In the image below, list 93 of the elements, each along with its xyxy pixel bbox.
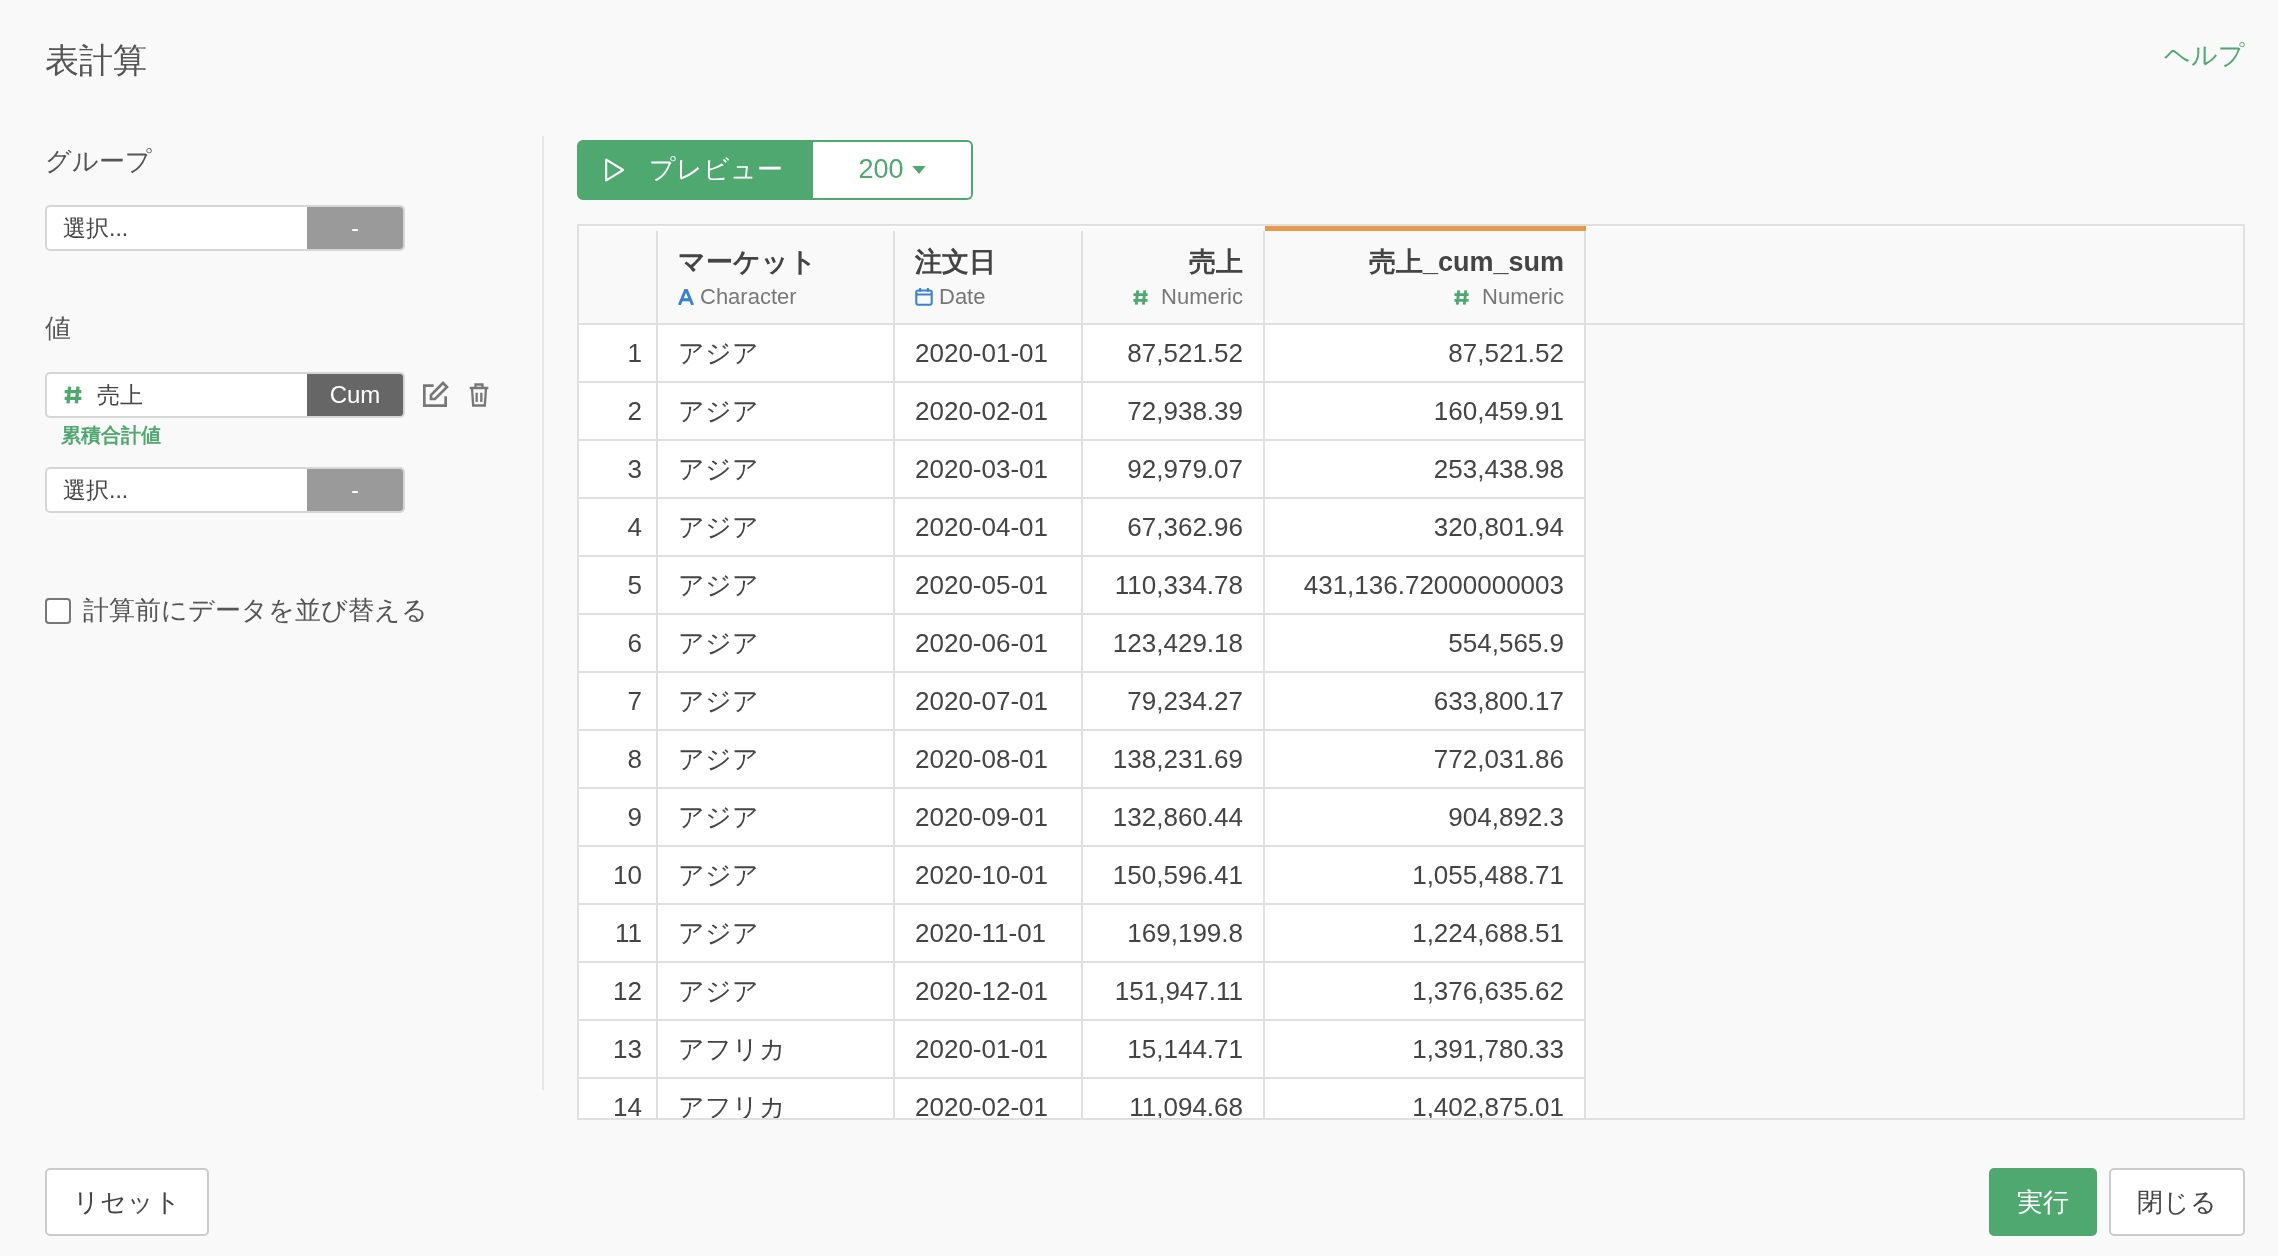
checkbox[interactable] (45, 597, 71, 624)
table-cell: 67,362.96 (1127, 511, 1243, 542)
table-cell: アジア (678, 511, 759, 542)
group-select[interactable]: 選択... - (45, 205, 405, 251)
table-cell: 2020-05-01 (915, 569, 1048, 600)
table-cell: アジア (678, 569, 759, 600)
table-cell: 87,521.52 (1127, 337, 1243, 368)
row-number: 6 (627, 627, 642, 658)
text-type-icon (678, 289, 694, 305)
table-cell: 2020-02-01 (915, 1091, 1048, 1118)
column-header[interactable]: 売上_cum_sum (1285, 244, 1564, 280)
column-header[interactable]: マーケット (678, 244, 817, 280)
table-cell: 150,596.41 (1112, 859, 1243, 890)
row-number: 13 (613, 1033, 642, 1064)
table-cell: 2020-01-01 (915, 337, 1048, 368)
table-cell: 2020-03-01 (915, 453, 1048, 484)
calendar-icon (915, 288, 933, 306)
table-cell: 132,860.44 (1112, 801, 1243, 832)
row-number: 4 (627, 511, 642, 542)
table-cell: 1,376,635.62 (1412, 975, 1564, 1006)
value-field[interactable]: 売上 Cum (45, 372, 405, 418)
table-cell: 2020-08-01 (915, 743, 1048, 774)
table-cell: 320,801.94 (1433, 511, 1564, 542)
row-number: 11 (615, 917, 642, 948)
table-cell: 123,429.18 (1112, 627, 1243, 658)
table-cell: 633,800.17 (1433, 685, 1564, 716)
column-type: Character (700, 284, 797, 310)
table-cell: 431,136.72000000003 (1303, 569, 1564, 600)
row-number: 3 (627, 453, 642, 484)
table-cell: 87,521.52 (1448, 337, 1564, 368)
table-cell: 169,199.8 (1127, 917, 1243, 948)
row-number: 2 (627, 395, 642, 426)
table-cell: 15,144.71 (1127, 1033, 1243, 1064)
table-cell: 110,334.78 (1114, 569, 1243, 600)
value-label: 値 (45, 312, 71, 345)
function-caption: 累積合計値 (61, 423, 161, 448)
table-cell: 2020-11-01 (915, 917, 1047, 948)
column-header[interactable]: 売上 (1103, 244, 1243, 280)
table-cell: 1,055,488.71 (1412, 859, 1564, 890)
row-number: 14 (613, 1091, 642, 1118)
close-button[interactable]: 閉じる (2109, 1168, 2245, 1236)
table-cell: 160,459.91 (1433, 395, 1564, 426)
table-cell: 1,224,688.51 (1412, 917, 1564, 948)
table-cell: アジア (678, 627, 759, 658)
table-cell: アジア (678, 743, 759, 774)
table-cell: 2020-01-01 (915, 1033, 1048, 1064)
row-number: 10 (613, 859, 642, 890)
table-cell: 138,231.69 (1112, 743, 1243, 774)
row-number: 9 (627, 801, 642, 832)
table-cell: 79,234.27 (1127, 685, 1243, 716)
table-cell: 1,391,780.33 (1412, 1033, 1564, 1064)
table-cell: アジア (678, 801, 759, 832)
row-number: 7 (627, 685, 642, 716)
table-cell: 151,947.11 (1114, 975, 1243, 1006)
column-header[interactable]: 注文日 (915, 244, 996, 280)
caret-icon (911, 165, 926, 174)
table-cell: 2020-09-01 (915, 801, 1048, 832)
table-cell: 2020-04-01 (915, 511, 1048, 542)
table-cell: アジア (678, 337, 759, 368)
table-cell: アジア (678, 685, 759, 716)
table-cell: 772,031.86 (1433, 743, 1564, 774)
table-cell: 2020-10-01 (915, 859, 1048, 890)
hash-icon (1132, 288, 1150, 306)
table-cell: アジア (678, 975, 759, 1006)
checkbox-label: 計算前にデータを並び替える (83, 594, 428, 627)
column-type: Numeric (1482, 284, 1564, 310)
table-cell: 904,892.3 (1448, 801, 1564, 832)
table-cell: アジア (678, 859, 759, 890)
table-cell: 554,565.9 (1448, 627, 1564, 658)
dialog-title: 表計算 (45, 40, 147, 81)
row-number: 8 (627, 743, 642, 774)
function-button[interactable]: Cum (307, 374, 403, 416)
table-cell: 2020-07-01 (915, 685, 1048, 716)
table-cell: 2020-02-01 (915, 395, 1048, 426)
table-cell: 2020-12-01 (915, 975, 1048, 1006)
column-type: Numeric (1161, 284, 1243, 310)
value-select[interactable]: 選択... - (45, 467, 405, 513)
table-cell: アジア (678, 917, 759, 948)
hash-icon (1453, 288, 1471, 306)
table-cell: 253,438.98 (1433, 453, 1564, 484)
table-cell: アフリカ (678, 1033, 786, 1064)
row-number: 12 (613, 975, 642, 1006)
group-label: グループ (45, 145, 152, 178)
table-cell: 72,938.39 (1127, 395, 1243, 426)
reset-button[interactable]: リセット (45, 1168, 209, 1236)
table-cell: 2020-06-01 (915, 627, 1048, 658)
hash-icon (63, 385, 83, 405)
table-cell: アジア (678, 453, 759, 484)
column-type: Date (939, 284, 986, 310)
row-number: 5 (627, 569, 642, 600)
table-cell: アジア (678, 395, 759, 426)
row-number: 1 (627, 337, 642, 368)
table-cell: 92,979.07 (1127, 453, 1243, 484)
